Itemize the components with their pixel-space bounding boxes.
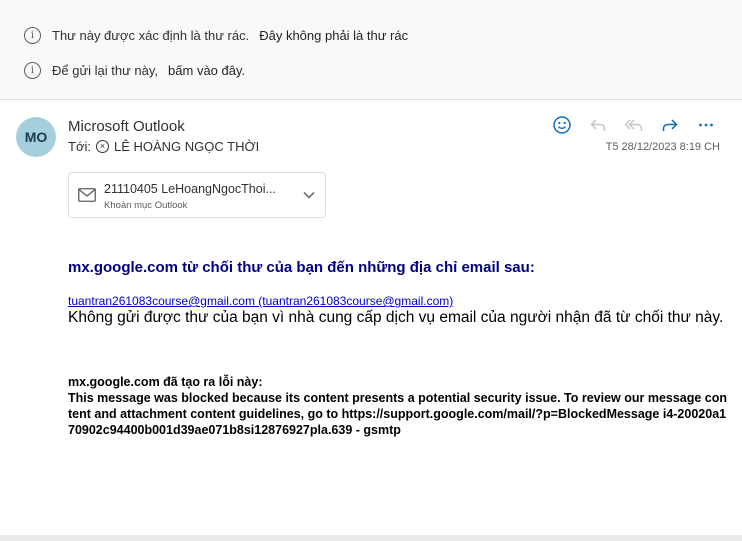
error-message: This message was blocked because its con… [68, 391, 728, 437]
attachment-card[interactable]: 21110405 LeHoangNgocThoi... Khoản mục Ou… [68, 172, 326, 218]
bottom-scrollbar[interactable] [0, 535, 742, 541]
junk-notice-text: Thư này được xác định là thư rác. [52, 27, 250, 43]
blocked-recipient-icon: × [95, 140, 109, 153]
more-icon [699, 123, 713, 127]
info-icon: i [24, 26, 41, 44]
forward-icon [662, 119, 678, 131]
reply-icon [590, 119, 606, 131]
bounce-heading: mx.google.com từ chối thư của bạn đến nh… [68, 259, 535, 276]
recipient-email-link[interactable]: tuantran261083course@gmail.com (tuantran… [68, 294, 453, 308]
emoji-reaction-button[interactable] [544, 112, 580, 138]
bounce-description: Không gửi được thư của bạn vì nhà cung c… [68, 309, 724, 326]
error-title: mx.google.com đã tạo ra lỗi này: [68, 375, 263, 389]
recipient-row: Tới: × LÊ HOÀNG NGỌC THỜI [68, 139, 259, 154]
resend-notice: i Để gửi lại thư này, bấm vào đây. [24, 59, 245, 81]
reply-all-button[interactable] [616, 112, 652, 138]
info-icon: i [24, 61, 41, 79]
avatar[interactable]: MO [16, 117, 56, 157]
reply-button[interactable] [580, 112, 616, 138]
message-actions [544, 112, 724, 138]
recipient-name[interactable]: LÊ HOÀNG NGỌC THỜI [114, 139, 259, 154]
message-timestamp: T5 28/12/2023 8:19 CH [605, 141, 720, 153]
not-junk-link[interactable]: Đây không phải là thư rác [259, 28, 408, 43]
junk-notice: i Thư này được xác định là thư rác. Đây … [24, 24, 408, 46]
attachment-type: Khoản mục Outlook [104, 200, 188, 211]
emoji-icon [553, 116, 571, 134]
attachment-name: 21110405 LeHoangNgocThoi... [104, 182, 276, 196]
chevron-down-icon[interactable] [302, 190, 316, 200]
reply-all-icon [624, 119, 643, 131]
notification-bar: i Thư này được xác định là thư rác. Đây … [0, 0, 742, 100]
to-label: Tới: [68, 139, 91, 154]
resend-notice-text: Để gửi lại thư này, [52, 62, 159, 78]
resend-link[interactable]: bấm vào đây. [168, 63, 245, 78]
mail-icon [78, 188, 96, 202]
forward-button[interactable] [652, 112, 688, 138]
more-actions-button[interactable] [688, 112, 724, 138]
sender-name[interactable]: Microsoft Outlook [68, 118, 185, 135]
